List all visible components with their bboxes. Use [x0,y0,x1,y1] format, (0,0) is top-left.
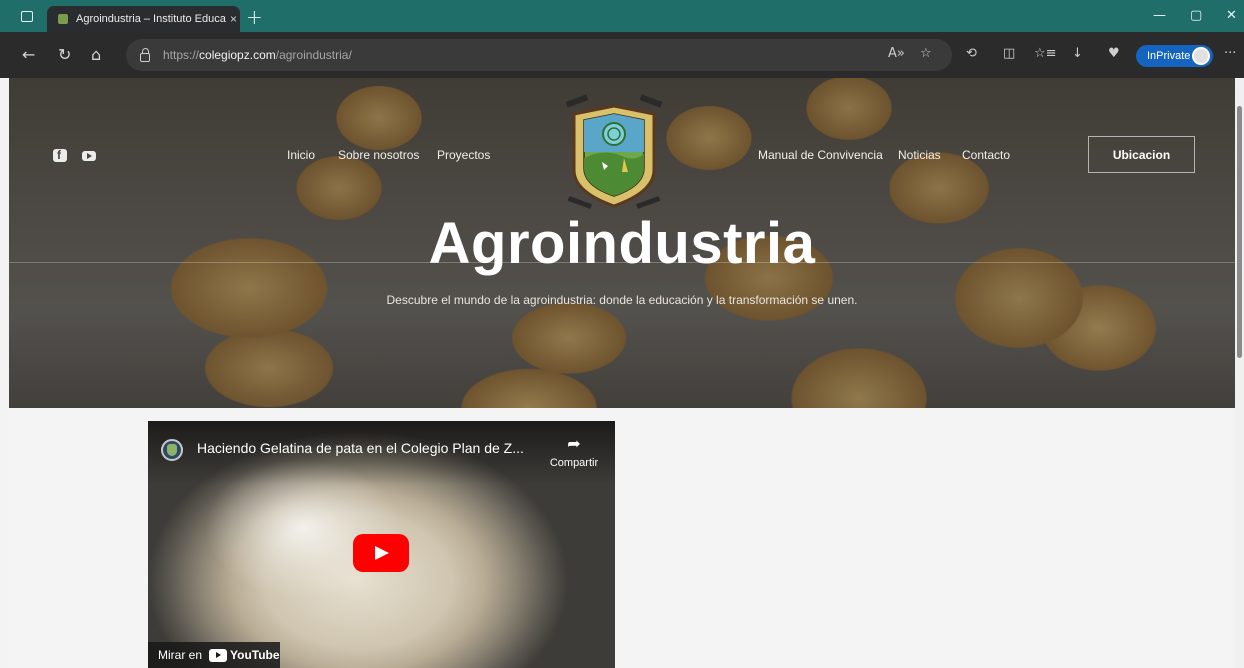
watch-on-label: Mirar en [158,648,203,662]
more-menu-icon[interactable]: ··· [1224,46,1236,61]
nav-inicio[interactable]: Inicio [287,148,315,162]
video-title[interactable]: Haciendo Gelatina de pata en el Colegio … [197,440,524,456]
browser-tab[interactable]: Agroindustria – Instituto Educati × [47,6,240,32]
inprivate-label: InPrivate [1147,50,1191,62]
youtube-icon[interactable] [82,151,96,161]
close-window-button[interactable]: ✕ [1226,8,1237,23]
scrollbar-thumb[interactable] [1237,106,1242,358]
download-icon[interactable]: ↓ [1072,46,1083,61]
page-viewport: Inicio Sobre nosotros Proyectos Manual d… [9,78,1235,668]
share-arrow-icon: ➦ [567,434,581,453]
page-scrollbar[interactable] [1235,78,1244,668]
favorite-star-icon[interactable]: ☆ [920,46,932,61]
nav-contacto[interactable]: Contacto [962,148,1010,162]
share-label: Compartir [549,457,599,469]
watch-on-youtube-button[interactable]: Mirar en YouTube [148,642,280,668]
site-favicon-icon [58,14,68,24]
tab-close-icon[interactable]: × [230,12,237,26]
tab-actions-icon[interactable] [21,10,33,22]
youtube-logo-icon [209,648,228,662]
facebook-icon[interactable] [53,148,67,162]
lock-icon[interactable] [140,47,150,62]
tab-title: Agroindustria – Instituto Educati [76,13,226,25]
ubicacion-button[interactable]: Ubicacion [1088,136,1195,173]
browser-essentials-icon[interactable]: ♥ [1108,46,1120,61]
home-button[interactable]: ⌂ [91,45,101,64]
channel-avatar-icon[interactable] [161,439,183,461]
hero-section: Inicio Sobre nosotros Proyectos Manual d… [9,78,1235,408]
hero-title: Agroindustria [428,211,816,276]
address-bar-row: ← ↻ ⌂ https://colegiopz.com/agroindustri… [0,32,1244,78]
nav-proyectos[interactable]: Proyectos [437,148,490,162]
play-button[interactable] [353,534,409,572]
nav-manual-convivencia[interactable]: Manual de Convivencia [758,148,883,162]
youtube-wordmark: YouTube [230,648,280,662]
split-screen-icon[interactable]: ◫ [1003,46,1015,61]
profile-avatar[interactable] [1192,47,1210,65]
restore-button[interactable]: ▢ [1190,8,1202,23]
youtube-video-embed[interactable]: Haciendo Gelatina de pata en el Colegio … [148,421,615,668]
minimize-button[interactable]: — [1153,8,1166,23]
nav-noticias[interactable]: Noticias [898,148,941,162]
url-field[interactable]: https://colegiopz.com/agroindustria/ [126,39,952,71]
share-button[interactable]: ➦ Compartir [544,434,604,469]
url-text: https://colegiopz.com/agroindustria/ [163,48,352,62]
inprivate-badge[interactable]: InPrivate [1136,45,1213,67]
new-tab-button[interactable]: + [246,5,263,29]
nav-sobre-nosotros[interactable]: Sobre nosotros [338,148,419,162]
hero-subtitle: Descubre el mundo de la agroindustria: d… [386,293,858,307]
school-crest-logo[interactable] [564,92,664,216]
favorites-icon[interactable]: ☆≡ [1034,46,1057,61]
read-aloud-icon[interactable]: A» [888,46,905,61]
back-button[interactable]: ← [22,45,35,64]
refresh-button[interactable]: ↻ [58,45,71,64]
extensions-icon[interactable]: ⟲ [966,46,977,61]
